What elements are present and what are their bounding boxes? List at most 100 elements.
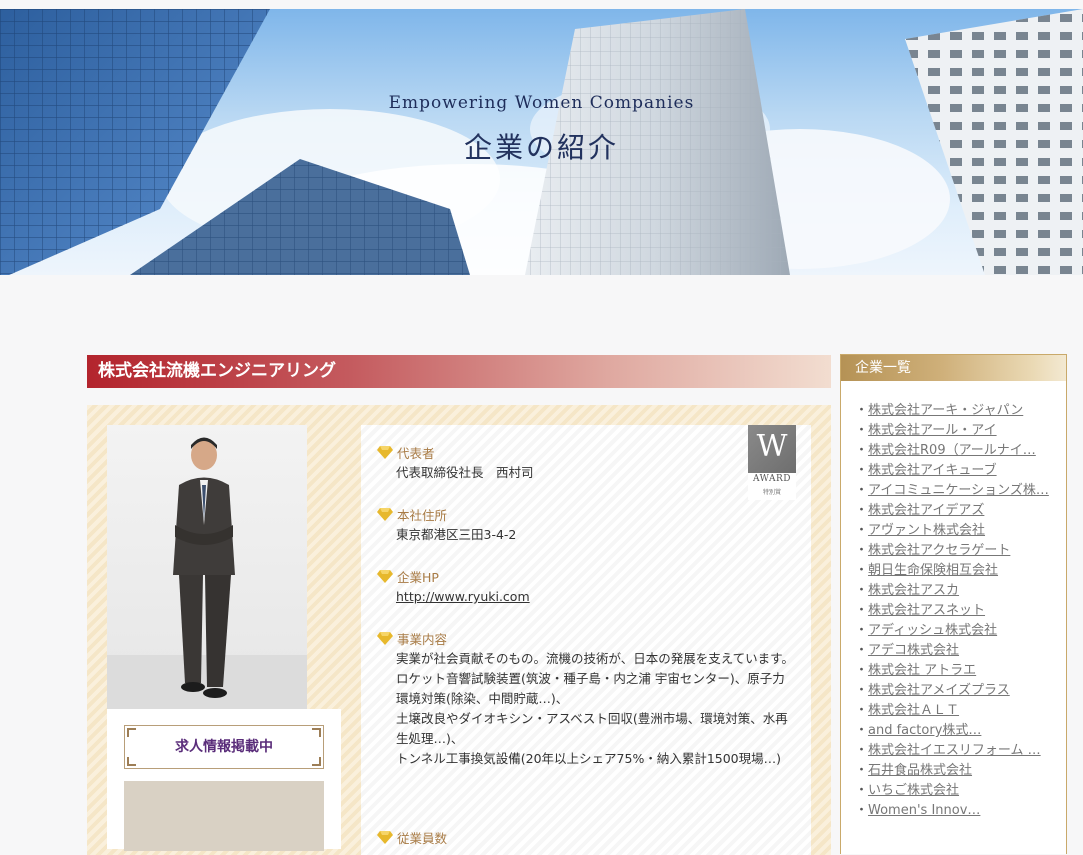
- hero-title: 企業の紹介: [463, 131, 619, 164]
- hero-subtitle: Empowering Women Companies: [388, 93, 695, 113]
- company-list-item: ・株式会社 アトラエ: [855, 661, 1055, 681]
- diamond-icon: [377, 632, 393, 645]
- corner-ornament: [127, 757, 136, 766]
- company-link[interactable]: 株式会社イエスリフォーム …: [868, 743, 1041, 758]
- company-list-item: ・and factory株式…: [855, 721, 1055, 741]
- company-list-item: ・株式会社イエスリフォーム …: [855, 741, 1055, 761]
- diamond-icon: [377, 446, 393, 459]
- company-list-item: ・朝日生命保険相互会社: [855, 561, 1055, 581]
- list-bullet: ・: [855, 503, 869, 518]
- recruit-info-label: 求人情報掲載中: [175, 739, 273, 755]
- company-list-item: ・株式会社アスネット: [855, 601, 1055, 621]
- business-line: 実業が社会貢献そのもの。流機の技術が、日本の発展を支えています。: [396, 651, 794, 666]
- company-link[interactable]: 株式会社アイデアズ: [868, 503, 984, 518]
- company-list-sidebar: 企業一覧 ・株式会社アーキ・ジャパン ・株式会社アール・アイ ・株式会社R09（アー…: [840, 354, 1067, 854]
- info-heading: 従業員数: [397, 830, 448, 846]
- person-figure: [107, 437, 307, 709]
- list-bullet: ・: [855, 583, 869, 598]
- corner-ornament: [127, 728, 136, 737]
- list-bullet: ・: [855, 603, 869, 618]
- corner-ornament: [312, 757, 321, 766]
- business-line: ロケット音響試験装置(筑波・種子島・内之浦 宇宙センター)、原子力環境対策(除染…: [396, 671, 785, 706]
- list-bullet: ・: [855, 763, 869, 778]
- company-list-item: ・株式会社ＡＬＴ: [855, 701, 1055, 721]
- info-heading: 企業HP: [397, 569, 439, 585]
- info-website: 企業HP http://www.ryuki.com: [377, 567, 797, 607]
- list-bullet: ・: [855, 643, 869, 658]
- info-heading: 本社住所: [397, 507, 448, 523]
- company-link[interactable]: 株式会社ＡＬＴ: [868, 703, 959, 718]
- company-link[interactable]: and factory株式…: [868, 723, 981, 738]
- company-list-item: ・株式会社アイキューブ: [855, 461, 1055, 481]
- hero-banner: Empowering Women Companies 企業の紹介: [0, 9, 1083, 275]
- address-text: 東京都港区三田3-4-2: [396, 527, 517, 542]
- list-bullet: ・: [855, 683, 869, 698]
- company-list-item: ・アイコミュニケーションズ株…: [855, 481, 1055, 501]
- business-line: 土壌改良やダイオキシン・アスベスト回収(豊洲市場、環境対策、水再生処理…)、: [396, 711, 788, 746]
- list-bullet: ・: [855, 623, 869, 638]
- representative-name: 代表取締役社長 西村司: [396, 465, 534, 480]
- company-list-item: ・アディッシュ株式会社: [855, 621, 1055, 641]
- list-bullet: ・: [855, 703, 869, 718]
- list-bullet: ・: [855, 463, 869, 478]
- list-bullet: ・: [855, 743, 869, 758]
- company-list-item: ・株式会社アスカ: [855, 581, 1055, 601]
- recruit-info-button[interactable]: 求人情報掲載中: [124, 725, 324, 769]
- company-list-item: ・株式会社R09（アールナイ…: [855, 441, 1055, 461]
- list-bullet: ・: [855, 423, 869, 438]
- company-link[interactable]: 株式会社アメイズプラス: [868, 683, 1010, 698]
- company-link[interactable]: 株式会社 アトラエ: [868, 663, 976, 678]
- company-list-item: ・Women's Innov…: [855, 801, 1055, 821]
- company-list-item: ・株式会社アメイズプラス: [855, 681, 1055, 701]
- info-business: 事業内容 実業が社会貢献そのもの。流機の技術が、日本の発展を支えています。 ロケ…: [377, 629, 797, 769]
- company-link[interactable]: いちご株式会社: [868, 783, 959, 798]
- company-link[interactable]: 石井食品株式会社: [868, 763, 972, 778]
- company-list-item: ・石井食品株式会社: [855, 761, 1055, 781]
- company-link[interactable]: 株式会社アスカ: [868, 583, 959, 598]
- list-bullet: ・: [855, 563, 869, 578]
- company-list: ・株式会社アーキ・ジャパン ・株式会社アール・アイ ・株式会社R09（アールナイ… ・…: [841, 381, 1066, 821]
- company-link[interactable]: Women's Innov…: [868, 803, 980, 818]
- list-bullet: ・: [855, 663, 869, 678]
- company-list-item: ・アヴァント株式会社: [855, 521, 1055, 541]
- info-heading: 代表者: [397, 445, 435, 461]
- side-banner[interactable]: [124, 781, 324, 851]
- company-link[interactable]: 株式会社アイキューブ: [868, 463, 997, 478]
- info-heading: 事業内容: [397, 631, 448, 647]
- company-link[interactable]: 朝日生命保険相互会社: [868, 563, 998, 578]
- company-link[interactable]: 株式会社アクセラゲート: [868, 543, 1010, 558]
- company-list-item: ・株式会社アール・アイ: [855, 421, 1055, 441]
- list-bullet: ・: [855, 803, 869, 818]
- company-link[interactable]: アディッシュ株式会社: [868, 623, 997, 638]
- diamond-icon: [377, 508, 393, 521]
- list-bullet: ・: [855, 443, 869, 458]
- company-link[interactable]: アデコ株式会社: [868, 643, 959, 658]
- company-name-heading: 株式会社流機エンジニアリング: [87, 355, 831, 388]
- list-bullet: ・: [855, 483, 869, 498]
- company-list-item: ・株式会社アクセラゲート: [855, 541, 1055, 561]
- company-list-item: ・株式会社アーキ・ジャパン: [855, 401, 1055, 421]
- company-link[interactable]: アヴァント株式会社: [868, 523, 985, 538]
- corner-ornament: [312, 728, 321, 737]
- company-list-item: ・いちご株式会社: [855, 781, 1055, 801]
- list-bullet: ・: [855, 523, 869, 538]
- company-link[interactable]: アイコミュニケーションズ株…: [868, 483, 1049, 498]
- list-bullet: ・: [855, 723, 869, 738]
- company-link[interactable]: 株式会社R09（アールナイ…: [868, 443, 1036, 458]
- company-link[interactable]: 株式会社アール・アイ: [868, 423, 997, 438]
- info-representative: 代表者 代表取締役社長 西村司: [377, 443, 797, 483]
- company-list-item: ・株式会社アイデアズ: [855, 501, 1055, 521]
- website-link[interactable]: http://www.ryuki.com: [396, 589, 530, 604]
- company-link[interactable]: 株式会社アーキ・ジャパン: [868, 403, 1023, 418]
- info-employees: 従業員数: [377, 828, 797, 846]
- company-list-item: ・アデコ株式会社: [855, 641, 1055, 661]
- diamond-icon: [377, 570, 393, 583]
- award-sub-label: 特別賞: [762, 489, 781, 496]
- list-bullet: ・: [855, 783, 869, 798]
- diamond-icon: [377, 831, 393, 844]
- representative-photo: [107, 425, 307, 709]
- info-address: 本社住所 東京都港区三田3-4-2: [377, 505, 797, 545]
- sidebar-title: 企業一覧: [841, 355, 1066, 381]
- list-bullet: ・: [855, 543, 869, 558]
- company-link[interactable]: 株式会社アスネット: [868, 603, 985, 618]
